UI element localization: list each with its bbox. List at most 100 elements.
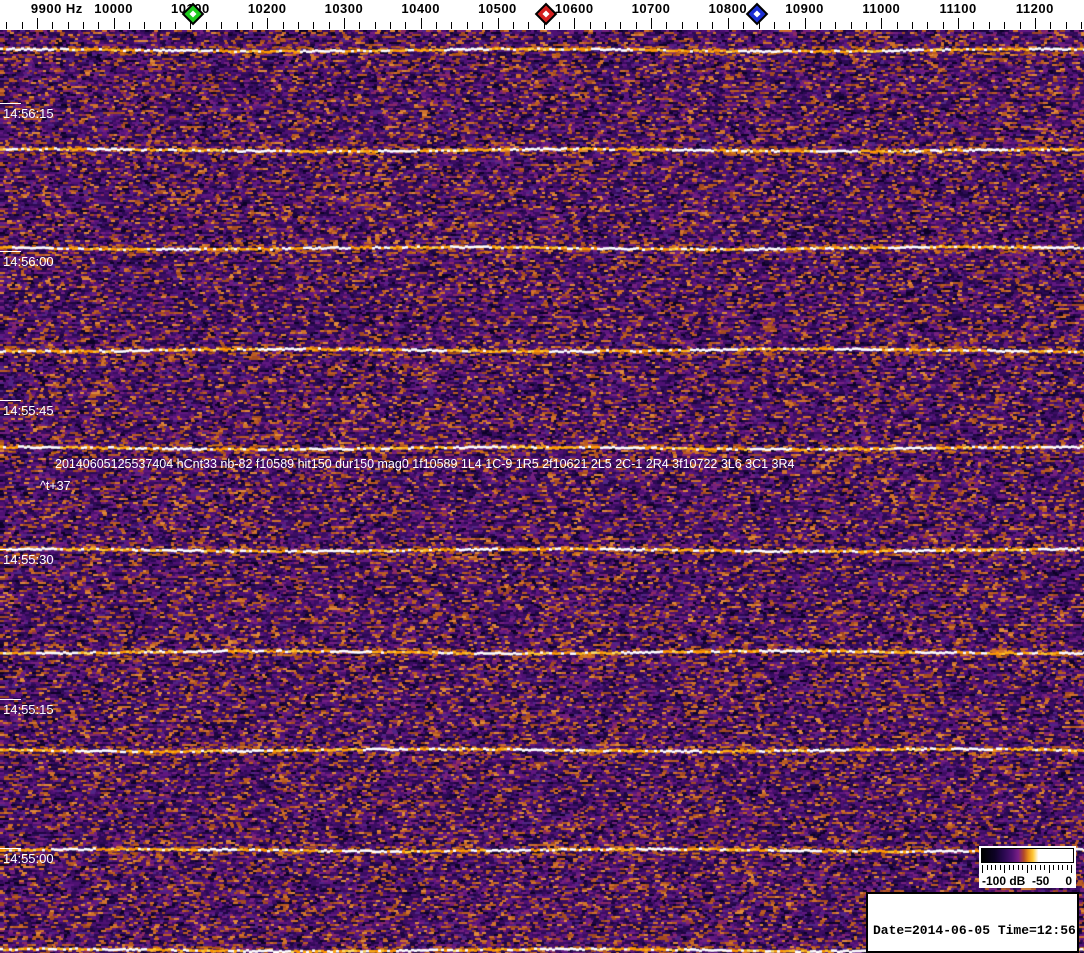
colorbar-tick [1031,865,1032,870]
freq-minor-tick [313,22,315,29]
freq-minor-tick [1080,22,1082,29]
colorbar-tick [1017,865,1019,870]
frequency-axis: 9900 Hz100001010010200103001040010500106… [0,0,1084,30]
freq-minor-tick [912,22,913,29]
colorbar-tick [1048,865,1050,873]
freq-major-tick [113,18,115,29]
colorbar-tick [1044,865,1046,870]
red-marker-diamond-icon[interactable] [534,2,558,26]
freq-minor-tick [451,22,453,29]
time-tick [0,549,21,550]
freq-minor-tick [528,22,530,29]
freq-major-tick [727,18,729,29]
freq-minor-tick [712,22,714,29]
colorbar-max-label: 0 [1065,874,1072,888]
freq-axis-label: 10000 [94,1,133,16]
freq-axis-label: 10500 [478,1,517,16]
freq-minor-tick [129,22,130,29]
freq-axis-label: 10600 [554,1,594,16]
colorbar-tick [1066,865,1068,870]
colorbar-tick [1039,865,1041,870]
time-label: 14:55:15 [3,702,54,717]
freq-minor-tick [297,22,299,29]
colorbar-tick [999,865,1001,870]
freq-axis-label: 10700 [631,1,671,16]
freq-major-tick [804,18,806,29]
time-tick [0,251,21,252]
freq-minor-tick [144,22,146,29]
freq-axis-label: 9900 Hz [30,1,83,16]
colorbar-tick [995,865,997,870]
freq-axis-label: 10200 [247,1,287,16]
freq-axis-label: 11000 [862,1,901,16]
spectrogram-app: 9900 Hz100001010010200103001040010500106… [0,0,1084,953]
freq-minor-tick [697,22,699,29]
freq-minor-tick [558,22,560,29]
freq-minor-tick [589,22,591,29]
station-info-box: Date=2014-06-05 Time=12:56 UTC Freq=143 … [866,892,1084,953]
freq-major-tick [36,18,38,29]
freq-minor-tick [205,22,207,29]
colorbar-tick [1022,865,1024,870]
freq-minor-tick [866,22,867,29]
freq-major-tick [881,18,883,29]
freq-minor-tick [743,22,745,29]
time-tick [0,400,21,401]
freq-minor-tick [681,22,683,29]
freq-minor-tick [666,22,668,29]
colorbar-legend: -100 dB -50 0 [979,846,1076,888]
detection-annotation: 20140605125537404 hCnt33 nb-82 f10589 hi… [55,457,795,471]
time-label: 14:56:15 [3,106,54,121]
freq-minor-tick [236,22,238,29]
freq-minor-tick [1050,22,1052,29]
freq-minor-tick [6,22,8,29]
freq-axis-label: 10900 [785,1,824,16]
freq-major-tick [343,18,345,29]
colorbar-tick [1026,865,1028,873]
freq-minor-tick [835,22,837,29]
freq-minor-tick [927,22,929,29]
freq-major-tick [420,18,422,29]
freq-minor-tick [819,22,821,29]
freq-axis-label: 10300 [324,1,364,16]
freq-axis-label: 11100 [939,1,977,16]
freq-minor-tick [620,22,622,29]
colorbar-tick [990,865,992,870]
freq-minor-tick [1065,22,1067,29]
time-tick [0,103,21,104]
time-tick [0,848,21,849]
freq-minor-tick [988,22,990,29]
freq-major-tick [267,18,269,29]
colorbar-tick [1004,865,1006,873]
freq-minor-tick [405,22,407,29]
freq-minor-tick [1004,22,1006,29]
colorbar-tick [1035,865,1037,870]
freq-minor-tick [850,22,852,29]
colorbar-tick [1053,865,1055,870]
colorbar-tick [1071,865,1072,873]
detection-marker-text: ^t+37 [40,479,71,493]
time-label: 14:55:30 [3,552,54,567]
freq-minor-tick [466,22,468,29]
colorbar-mid-label: -50 [1032,874,1050,888]
freq-minor-tick [942,22,944,29]
freq-minor-tick [773,22,775,29]
colorbar-tick [1062,865,1064,870]
green-marker-diamond-icon[interactable] [181,2,205,26]
freq-minor-tick [390,22,391,29]
blue-marker-diamond-icon[interactable] [745,2,769,26]
colorbar-min-label: -100 dB [982,874,1026,888]
colorbar-tick [1013,865,1015,870]
colorbar-tick [986,865,988,870]
freq-major-tick [1034,18,1036,29]
freq-minor-tick [482,22,484,29]
spectrogram-canvas [0,30,1084,953]
time-tick [0,699,21,700]
time-label: 14:56:00 [3,254,54,269]
freq-axis-label: 10400 [401,1,441,16]
freq-minor-tick [221,22,223,29]
freq-major-tick [574,18,576,29]
freq-minor-tick [374,22,376,29]
colorbar-tick [1057,865,1059,870]
colorbar-labels: -100 dB -50 0 [979,874,1076,888]
